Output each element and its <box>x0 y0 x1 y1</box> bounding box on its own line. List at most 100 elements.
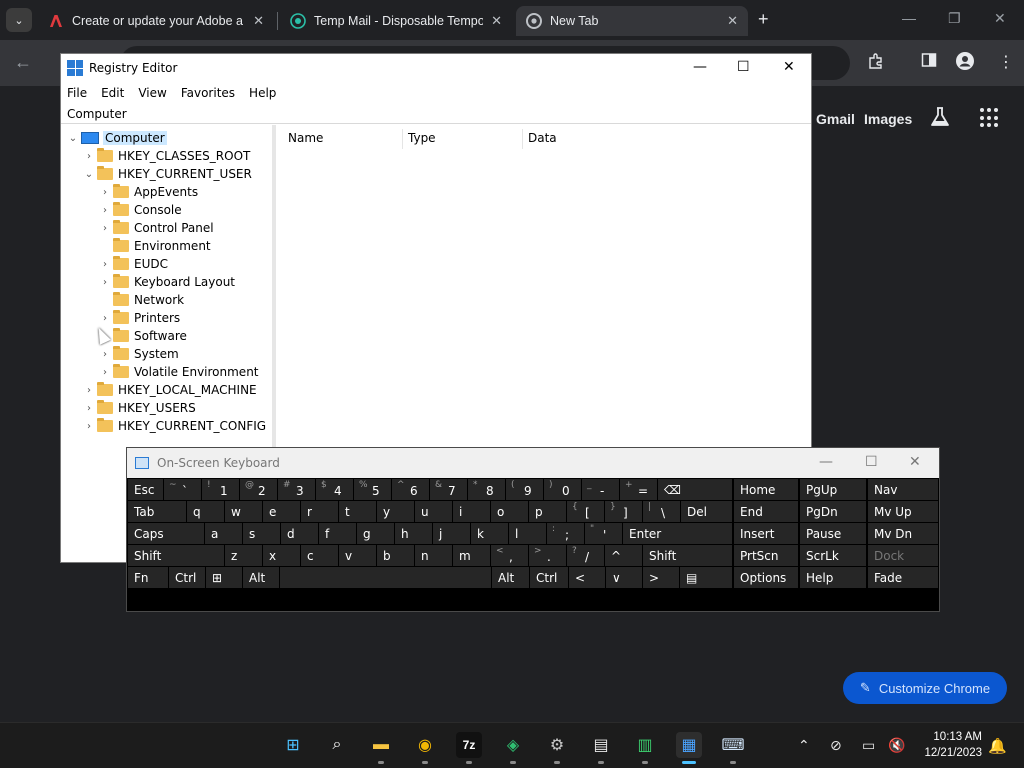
key-b[interactable]: b <box>377 545 414 566</box>
search-icon[interactable]: ⌕ <box>324 732 350 758</box>
key-m[interactable]: m <box>453 545 490 566</box>
tree-node[interactable]: › Control Panel <box>99 219 214 237</box>
close-icon[interactable]: ✕ <box>909 454 921 470</box>
close-window-icon[interactable]: ✕ <box>994 10 1006 27</box>
column-divider[interactable] <box>402 129 403 149</box>
key-pause[interactable]: Pause <box>800 523 866 544</box>
key-dock[interactable]: Dock <box>868 545 938 566</box>
key-7[interactable]: & 7 <box>430 479 467 500</box>
expand-right-icon[interactable]: › <box>83 151 95 162</box>
key-f[interactable]: f <box>319 523 356 544</box>
key-symbol[interactable]: :; <box>547 523 584 544</box>
key-pgdn[interactable]: PgDn <box>800 501 866 522</box>
key-tab[interactable]: Tab <box>128 501 186 522</box>
settings-icon[interactable]: ⚙ <box>544 732 570 764</box>
key-caps[interactable]: Caps <box>128 523 204 544</box>
key-2[interactable]: @2 <box>240 479 277 500</box>
tree-node[interactable]: › HKEY_CURRENT_CONFIG <box>83 417 266 435</box>
osk-icon[interactable]: ⌨ <box>720 732 746 764</box>
key-h[interactable]: h <box>395 523 432 544</box>
minimize-icon[interactable]: — <box>693 59 707 75</box>
key-symbol[interactable]: ▤ <box>680 567 732 588</box>
key-symbol[interactable]: {[ <box>567 501 604 522</box>
expand-right-icon[interactable]: › <box>83 385 95 396</box>
key-home[interactable]: Home <box>734 479 798 500</box>
customize-chrome-button[interactable]: ✎ Customize Chrome <box>843 672 1007 704</box>
key-end[interactable]: End <box>734 501 798 522</box>
key-nav[interactable]: Nav <box>868 479 938 500</box>
expand-right-icon[interactable]: › <box>99 313 111 324</box>
key-symbol[interactable]: ⊞ <box>206 567 242 588</box>
notification-bell-icon[interactable]: 🔔 <box>988 737 1007 755</box>
minimize-icon[interactable]: — <box>902 10 916 26</box>
key-symbol[interactable]: _ - <box>582 479 619 500</box>
tree-node[interactable]: ⌄ HKEY_CURRENT_USER <box>83 165 252 183</box>
key-enter[interactable]: Enter <box>623 523 732 544</box>
key-4[interactable]: $4 <box>316 479 353 500</box>
photos-icon[interactable]: ◈ <box>500 732 526 764</box>
tree-node[interactable]: › Volatile Environment <box>99 363 259 381</box>
tree-node[interactable]: › Console <box>99 201 182 219</box>
window-titlebar[interactable]: Registry Editor — ☐ ✕ <box>61 54 811 82</box>
window-titlebar[interactable]: On-Screen Keyboard — ☐ ✕ <box>127 448 939 478</box>
minimize-icon[interactable]: — <box>819 454 833 470</box>
key-symbol[interactable]: + = <box>620 479 657 500</box>
key-o[interactable]: o <box>491 501 528 522</box>
display-icon[interactable]: ▭ <box>862 737 875 754</box>
key-e[interactable]: e <box>263 501 300 522</box>
key-ctrl[interactable]: Ctrl <box>169 567 205 588</box>
key-6[interactable]: ^ 6 <box>392 479 429 500</box>
back-icon[interactable]: ← <box>14 52 32 73</box>
key-shift[interactable]: Shift <box>128 545 224 566</box>
key-n[interactable]: n <box>415 545 452 566</box>
tab-adobe[interactable]: Create or update your Adobe a ✕ <box>38 6 274 36</box>
column-name[interactable]: Name <box>288 131 323 145</box>
tree-node[interactable]: › AppEvents <box>99 183 198 201</box>
key-symbol[interactable]: < <box>569 567 605 588</box>
expand-right-icon[interactable]: › <box>99 349 111 360</box>
7zip-icon[interactable]: 7z <box>456 732 482 764</box>
menu-help[interactable]: Help <box>249 86 276 100</box>
key-i[interactable]: i <box>453 501 490 522</box>
key-help[interactable]: Help <box>800 567 866 588</box>
column-data[interactable]: Data <box>528 131 557 145</box>
tab-search-button[interactable]: ⌄ <box>6 8 32 32</box>
key-symbol[interactable]: | \ <box>643 501 680 522</box>
key-r[interactable]: r <box>301 501 338 522</box>
clock[interactable]: 10:13 AM 12/21/2023 <box>910 729 982 761</box>
key-c[interactable]: c <box>301 545 338 566</box>
key-w[interactable]: w <box>225 501 262 522</box>
key-v[interactable]: v <box>339 545 376 566</box>
google-apps-icon[interactable] <box>980 108 1000 128</box>
tree-node[interactable]: Environment <box>99 237 211 255</box>
expand-right-icon[interactable]: › <box>99 277 111 288</box>
key-options[interactable]: Options <box>734 567 798 588</box>
close-icon[interactable]: ✕ <box>491 13 502 29</box>
key-j[interactable]: j <box>433 523 470 544</box>
key-fade[interactable]: Fade <box>868 567 938 588</box>
key-s[interactable]: s <box>243 523 280 544</box>
menu-view[interactable]: View <box>138 86 166 100</box>
tree-node[interactable]: › Keyboard Layout <box>99 273 235 291</box>
key-esc[interactable]: Esc <box>128 479 163 500</box>
side-panel-icon[interactable] <box>921 52 937 73</box>
tree-node[interactable]: ⌄ Computer <box>67 129 167 147</box>
tree-node[interactable]: › System <box>99 345 179 363</box>
key-fn[interactable]: Fn <box>128 567 168 588</box>
menu-favorites[interactable]: Favorites <box>181 86 235 100</box>
menu-edit[interactable]: Edit <box>101 86 124 100</box>
key-space[interactable] <box>280 567 491 588</box>
chevron-up-icon[interactable]: ⌃ <box>798 737 810 754</box>
tree-node[interactable]: › Printers <box>99 309 180 327</box>
key-1[interactable]: ! 1 <box>202 479 239 500</box>
key-9[interactable]: (9 <box>506 479 543 500</box>
key-8[interactable]: * 8 <box>468 479 505 500</box>
key-0[interactable]: ) 0 <box>544 479 581 500</box>
key-symbol[interactable]: ~ ` <box>164 479 201 500</box>
key-a[interactable]: a <box>205 523 242 544</box>
key-del[interactable]: Del <box>681 501 732 522</box>
extensions-icon[interactable] <box>867 52 885 75</box>
expand-right-icon[interactable]: › <box>83 403 95 414</box>
new-tab-button[interactable]: + <box>758 9 769 30</box>
key-symbol[interactable]: >. <box>529 545 566 566</box>
